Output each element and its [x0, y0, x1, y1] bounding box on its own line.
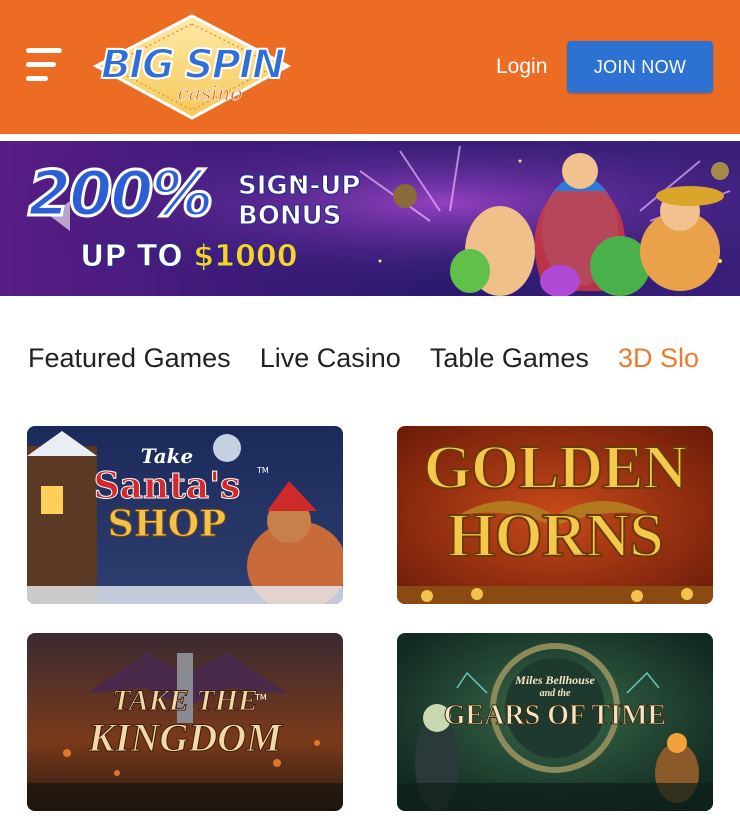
- kingdom-title-bottom: KINGDOM: [88, 715, 282, 760]
- game-tile-take-the-kingdom[interactable]: TAKE THE KINGDOM TM: [27, 633, 343, 811]
- game-category-tabs: Featured Games Live Casino Table Games 3…: [28, 343, 740, 383]
- logo-subtext: casino: [178, 81, 243, 105]
- banner-percent: 200%: [27, 157, 216, 230]
- promo-banner[interactable]: 200% SIGN-UP BONUS UP TO $1000: [0, 141, 740, 296]
- login-link[interactable]: Login: [496, 55, 547, 79]
- game-tile-take-santas-shop[interactable]: Take Santa's SHOP TM: [27, 426, 343, 604]
- santas-shop-tm: TM: [257, 466, 269, 475]
- kingdom-tm: TM: [255, 693, 267, 702]
- banner-amount: $1000: [193, 239, 298, 275]
- banner-signup-line2: BONUS: [237, 201, 342, 232]
- banner-upto: UP TO: [80, 239, 184, 275]
- santas-shop-title-main: Santa's: [93, 465, 241, 507]
- site-header: BIG SPIN casino Login JOIN NOW: [0, 0, 740, 134]
- gears-title-mid: and the: [539, 688, 571, 699]
- tab-featured-games[interactable]: Featured Games: [28, 343, 231, 374]
- gears-title-bottom: GEARS OF TIME: [443, 700, 667, 732]
- golden-horns-title-top: GOLDEN: [423, 434, 689, 502]
- banner-signup-line1: SIGN-UP: [237, 171, 361, 202]
- santas-shop-title-bottom: SHOP: [107, 503, 227, 545]
- golden-horns-title-bottom: HORNS: [446, 501, 664, 571]
- game-tile-golden-horns[interactable]: GOLDEN HORNS: [397, 426, 713, 604]
- tab-table-games[interactable]: Table Games: [430, 343, 589, 374]
- tab-live-casino[interactable]: Live Casino: [260, 343, 401, 374]
- banner-upto-line: UP TO $1000: [80, 239, 299, 275]
- hamburger-menu-icon[interactable]: [26, 47, 64, 85]
- game-tile-gears-of-time[interactable]: Miles Bellhouse and the GEARS OF TIME: [397, 633, 713, 811]
- gears-title-top: Miles Bellhouse: [515, 673, 595, 687]
- kingdom-title-top: TAKE THE: [112, 684, 259, 717]
- join-now-button[interactable]: JOIN NOW: [567, 41, 713, 93]
- big-spin-casino-logo[interactable]: BIG SPIN casino: [92, 12, 292, 122]
- header-divider: [0, 134, 740, 141]
- tab-3d-slots[interactable]: 3D Slo: [618, 343, 699, 374]
- banner-signup-bonus: SIGN-UP BONUS: [237, 171, 361, 232]
